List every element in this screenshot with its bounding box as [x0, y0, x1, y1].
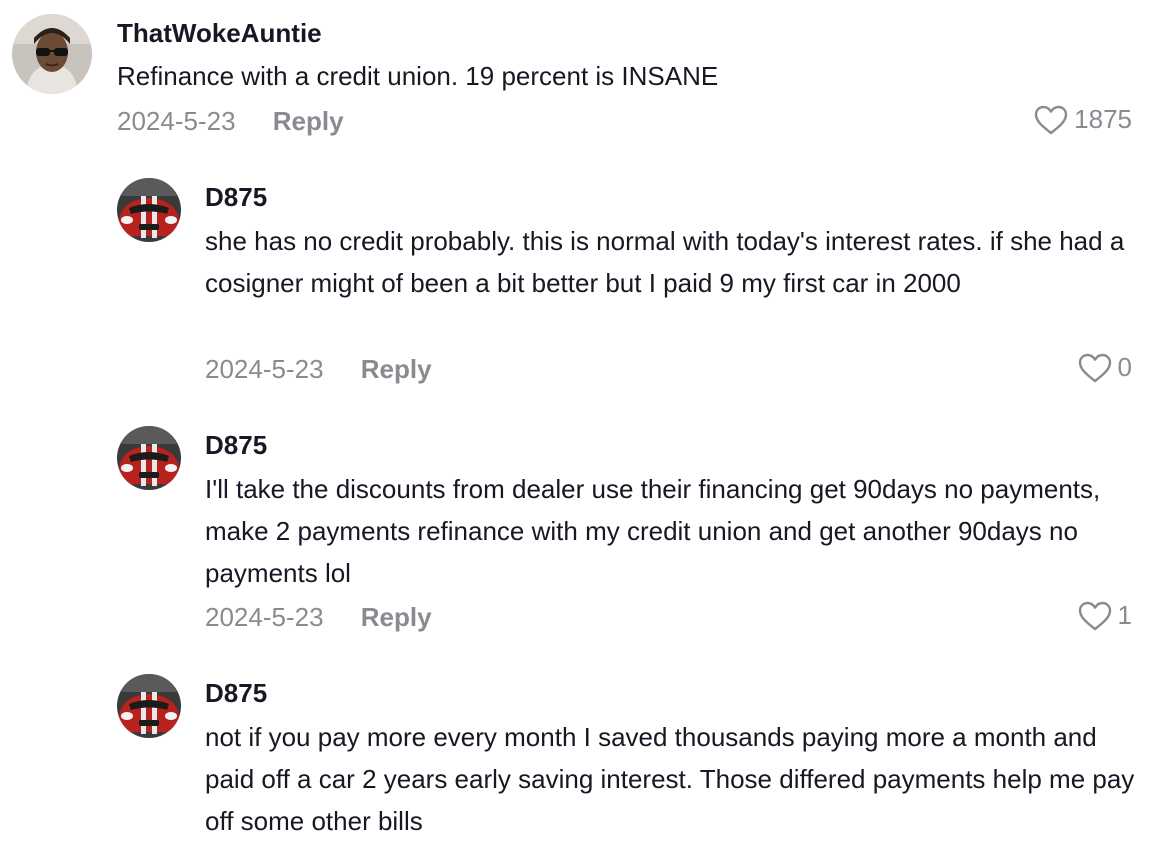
comment-meta: 2024-5-23 Reply [205, 354, 432, 385]
user-avatar[interactable] [117, 178, 181, 242]
red-sports-car-icon [117, 674, 181, 738]
comment-text: not if you pay more every month I saved … [205, 722, 1135, 836]
red-sports-car-icon [117, 426, 181, 490]
comment-date: 2024-5-23 [117, 106, 236, 136]
comment-username[interactable]: ThatWokeAuntie [117, 18, 322, 49]
like-button[interactable]: 1 [1078, 600, 1132, 631]
user-avatar[interactable] [117, 426, 181, 490]
user-avatar[interactable] [117, 674, 181, 738]
like-button[interactable]: 1875 [1034, 104, 1132, 135]
heart-icon [1078, 601, 1111, 630]
like-button[interactable]: 0 [1078, 352, 1132, 383]
reply-button[interactable]: Reply [361, 354, 432, 385]
comment-text: she has no credit probably. this is norm… [205, 226, 1125, 298]
like-count: 1875 [1074, 104, 1132, 134]
reply-button[interactable]: Reply [273, 106, 344, 137]
comment-username[interactable]: D875 [205, 182, 267, 213]
reply-button[interactable]: Reply [361, 602, 432, 633]
heart-icon [1078, 353, 1111, 382]
comment-username[interactable]: D875 [205, 678, 267, 709]
comment-meta: 2024-5-23 Reply [117, 106, 344, 137]
like-count: 1 [1117, 600, 1132, 630]
like-count: 0 [1117, 352, 1132, 382]
heart-icon [1034, 105, 1068, 134]
comment-date: 2024-5-23 [205, 354, 324, 384]
comment-username[interactable]: D875 [205, 430, 267, 461]
user-avatar[interactable] [12, 14, 92, 94]
comment-text: I'll take the discounts from dealer use … [205, 474, 1101, 588]
red-sports-car-icon [117, 178, 181, 242]
comment-meta: 2024-5-23 Reply [205, 602, 432, 633]
comment-text: Refinance with a credit union. 19 percen… [117, 61, 719, 91]
comment-date: 2024-5-23 [205, 602, 324, 632]
woman-sunglasses-icon [12, 14, 92, 94]
